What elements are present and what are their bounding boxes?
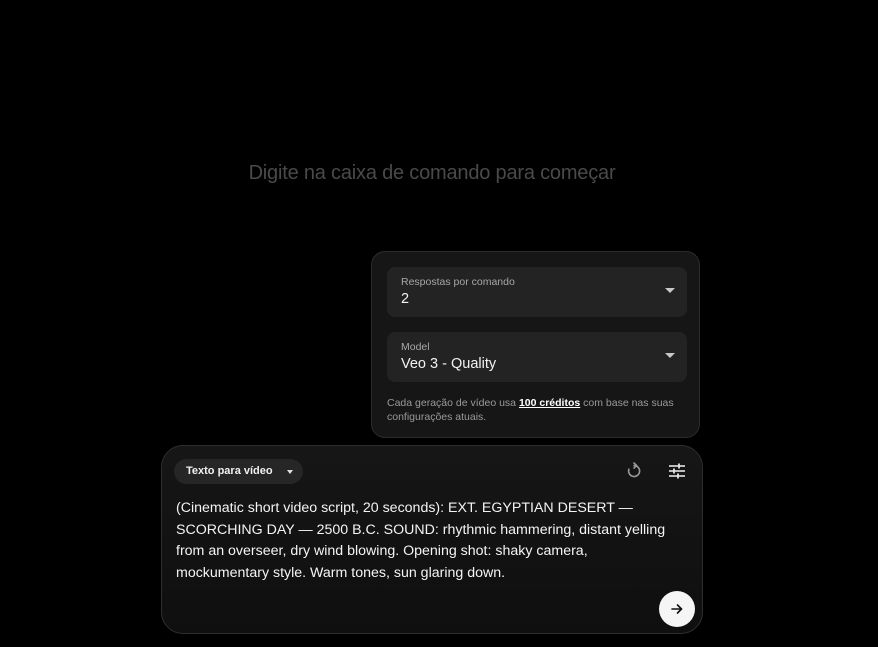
- prompt-input[interactable]: (Cinematic short video script, 20 second…: [176, 498, 676, 584]
- empty-state-hint: Digite na caixa de comando para começar: [248, 162, 616, 184]
- model-value: Veo 3 - Quality: [401, 356, 497, 372]
- generation-settings-panel: Respostas por comando 2 Model Veo 3 - Qu…: [371, 251, 700, 438]
- outputs-per-prompt-select[interactable]: Respostas por comando 2: [387, 267, 687, 317]
- tune-sliders-icon: [669, 463, 685, 479]
- model-label: Model: [401, 341, 430, 353]
- credits-note: Cada geração de vídeo usa 100 créditos c…: [387, 396, 687, 424]
- reset-button[interactable]: [622, 459, 646, 483]
- settings-button[interactable]: [665, 459, 689, 483]
- outputs-per-prompt-label: Respostas por comando: [401, 276, 515, 288]
- caret-down-icon: [286, 470, 293, 474]
- caret-down-icon: [665, 288, 675, 293]
- credits-note-before: Cada geração de vídeo usa: [387, 397, 519, 409]
- app-page: Digite na caixa de comando para começar …: [0, 0, 878, 647]
- mode-selector-label: Texto para vídeo: [186, 465, 273, 477]
- credits-link[interactable]: 100 créditos: [519, 397, 580, 409]
- caret-down-icon: [665, 353, 675, 358]
- send-button[interactable]: [659, 591, 695, 627]
- reset-icon: [627, 462, 641, 478]
- outputs-per-prompt-value: 2: [401, 291, 410, 307]
- prompt-composer: Texto para vídeo (Cinematic short video …: [161, 445, 703, 634]
- arrow-right-icon: [671, 604, 683, 614]
- model-select[interactable]: Model Veo 3 - Quality: [387, 332, 687, 382]
- mode-selector-button[interactable]: Texto para vídeo: [174, 459, 303, 484]
